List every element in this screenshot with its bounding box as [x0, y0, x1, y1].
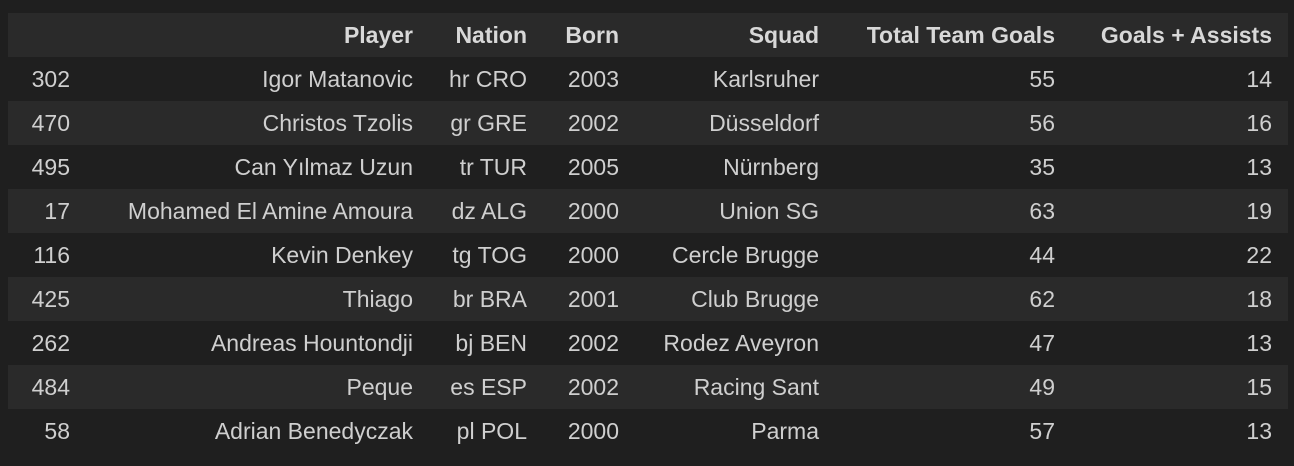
table-row: 495 Can Yılmaz Uzun tr TUR 2005 Nürnberg… — [8, 145, 1288, 189]
table-row: 302 Igor Matanovic hr CRO 2003 Karlsruhe… — [8, 57, 1288, 101]
cell-squad: Cercle Brugge — [671, 242, 819, 268]
cell-squad: Düsseldorf — [709, 110, 819, 136]
cell-index: 116 — [33, 242, 70, 268]
players-table: Player Nation Born Squad Total Team Goal… — [8, 13, 1288, 453]
table-row: 58 Adrian Benedyczak pl POL 2000 Parma 5… — [8, 409, 1288, 453]
cell-squad: Club Brugge — [691, 286, 819, 312]
cell-player: Igor Matanovic — [262, 66, 413, 92]
cell-born: 2000 — [567, 198, 619, 224]
cell-squad: Parma — [751, 418, 819, 444]
cell-total-team-goals: 55 — [1029, 66, 1055, 92]
cell-born: 2000 — [567, 418, 619, 444]
cell-goals-assists: 13 — [1246, 330, 1272, 356]
cell-nation: bj BEN — [455, 330, 527, 356]
cell-squad: Karlsruher — [712, 66, 819, 92]
cell-player: Peque — [346, 374, 413, 400]
header-squad: Squad — [748, 22, 819, 48]
cell-goals-assists: 18 — [1246, 286, 1272, 312]
table-row: 116 Kevin Denkey tg TOG 2000 Cercle Brug… — [8, 233, 1288, 277]
cell-goals-assists: 14 — [1246, 66, 1272, 92]
cell-total-team-goals: 56 — [1029, 110, 1055, 136]
cell-total-team-goals: 44 — [1029, 242, 1055, 268]
cell-goals-assists: 15 — [1246, 374, 1272, 400]
cell-squad: Racing Sant — [693, 374, 819, 400]
table-row: 262 Andreas Hountondji bj BEN 2002 Rodez… — [8, 321, 1288, 365]
cell-born: 2003 — [567, 66, 619, 92]
cell-index: 425 — [31, 286, 70, 312]
cell-index: 17 — [44, 198, 70, 224]
cell-squad: Union SG — [719, 198, 819, 224]
cell-goals-assists: 22 — [1246, 242, 1272, 268]
cell-goals-assists: 13 — [1246, 154, 1272, 180]
cell-born: 2001 — [567, 286, 619, 312]
cell-nation: gr GRE — [450, 110, 527, 136]
header-nation: Nation — [455, 22, 527, 48]
header-goals-assists: Goals + Assists — [1100, 22, 1272, 48]
cell-squad: Rodez Aveyron — [663, 330, 819, 356]
cell-total-team-goals: 47 — [1029, 330, 1055, 356]
cell-goals-assists: 19 — [1246, 198, 1272, 224]
cell-player: Andreas Hountondji — [210, 330, 413, 356]
cell-nation: es ESP — [450, 374, 527, 400]
cell-goals-assists: 13 — [1246, 418, 1272, 444]
cell-goals-assists: 16 — [1246, 110, 1272, 136]
cell-born: 2002 — [567, 374, 619, 400]
cell-index: 495 — [31, 154, 70, 180]
cell-player: Adrian Benedyczak — [214, 418, 413, 444]
cell-player: Can Yılmaz Uzun — [234, 154, 413, 180]
cell-nation: dz ALG — [451, 198, 527, 224]
table-header: Player Nation Born Squad Total Team Goal… — [8, 13, 1288, 57]
dataframe-output: Player Nation Born Squad Total Team Goal… — [8, 13, 1288, 453]
cell-born: 2002 — [567, 330, 619, 356]
cell-nation: pl POL — [456, 418, 527, 444]
cell-born: 2005 — [567, 154, 619, 180]
header-born: Born — [565, 22, 619, 48]
cell-player: Thiago — [342, 286, 413, 312]
header-total-team-goals: Total Team Goals — [866, 22, 1055, 48]
cell-index: 302 — [31, 66, 70, 92]
cell-total-team-goals: 62 — [1029, 286, 1055, 312]
cell-born: 2000 — [567, 242, 619, 268]
cell-index: 484 — [31, 374, 70, 400]
cell-player: Mohamed El Amine Amoura — [127, 198, 413, 224]
table-row: 470 Christos Tzolis gr GRE 2002 Düsseldo… — [8, 101, 1288, 145]
cell-squad: Nürnberg — [723, 154, 819, 180]
cell-nation: tr TUR — [459, 154, 527, 180]
table-row: 425 Thiago br BRA 2001 Club Brugge 62 18 — [8, 277, 1288, 321]
cell-index: 262 — [31, 330, 70, 356]
cell-born: 2002 — [567, 110, 619, 136]
cell-index: 470 — [31, 110, 70, 136]
table-body: 302 Igor Matanovic hr CRO 2003 Karlsruhe… — [8, 57, 1288, 453]
cell-total-team-goals: 57 — [1029, 418, 1055, 444]
cell-nation: hr CRO — [449, 66, 527, 92]
cell-player: Christos Tzolis — [262, 110, 413, 136]
cell-index: 58 — [44, 418, 70, 444]
header-index — [8, 13, 86, 57]
cell-total-team-goals: 35 — [1029, 154, 1055, 180]
table-row: 17 Mohamed El Amine Amoura dz ALG 2000 U… — [8, 189, 1288, 233]
cell-total-team-goals: 63 — [1029, 198, 1055, 224]
header-player: Player — [343, 22, 413, 48]
header-row: Player Nation Born Squad Total Team Goal… — [8, 13, 1288, 57]
table-row: 484 Peque es ESP 2002 Racing Sant 49 15 — [8, 365, 1288, 409]
cell-total-team-goals: 49 — [1029, 374, 1055, 400]
cell-nation: tg TOG — [452, 242, 527, 268]
cell-nation: br BRA — [452, 286, 527, 312]
cell-player: Kevin Denkey — [271, 242, 413, 268]
